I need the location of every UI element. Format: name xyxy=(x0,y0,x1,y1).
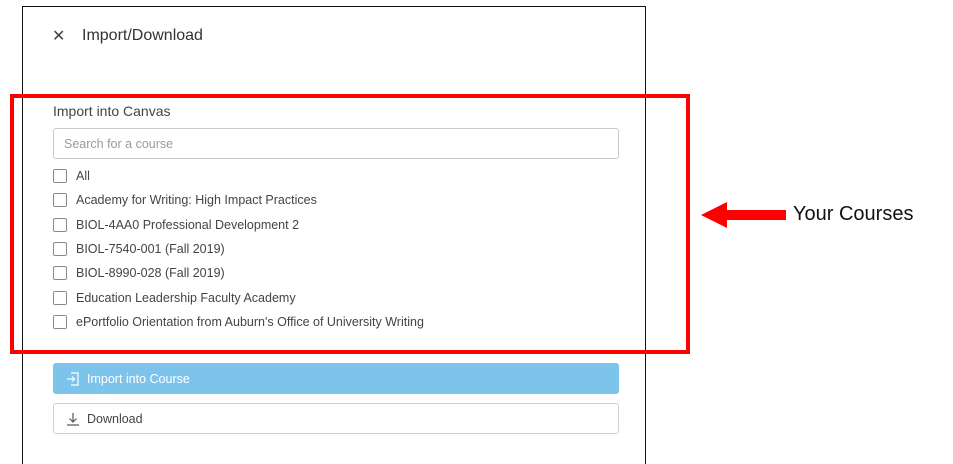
course-item[interactable]: BIOL-8990-028 (Fall 2019) xyxy=(53,261,623,285)
course-checkbox[interactable] xyxy=(53,266,67,281)
course-checkbox[interactable] xyxy=(53,193,67,208)
import-section-label: Import into Canvas xyxy=(53,103,171,119)
course-item[interactable]: BIOL-7540-001 (Fall 2019) xyxy=(53,237,623,261)
course-label: BIOL-7540-001 (Fall 2019) xyxy=(76,242,225,257)
dialog-header: ✕ Import/Download xyxy=(52,26,203,46)
download-button[interactable]: Download xyxy=(53,403,619,434)
course-label: ePortfolio Orientation from Auburn's Off… xyxy=(76,314,424,329)
course-label: BIOL-4AA0 Professional Development 2 xyxy=(76,217,300,232)
import-button-label: Import into Course xyxy=(87,371,190,386)
arrow-left-icon xyxy=(701,202,786,228)
course-item[interactable]: BIOL-4AA0 Professional Development 2 xyxy=(53,213,623,237)
close-icon[interactable]: ✕ xyxy=(52,26,70,46)
course-item[interactable]: Academy for Writing: High Impact Practic… xyxy=(53,188,623,212)
your-courses-annotation: Your Courses xyxy=(793,203,914,225)
course-checkbox[interactable] xyxy=(53,242,67,257)
course-item-all[interactable]: All xyxy=(53,164,623,188)
course-label: Education Leadership Faculty Academy xyxy=(76,290,296,305)
course-checkbox[interactable] xyxy=(53,169,67,184)
course-item[interactable]: ePortfolio Orientation from Auburn's Off… xyxy=(53,310,623,334)
course-search-input[interactable] xyxy=(53,128,619,159)
course-label: Academy for Writing: High Impact Practic… xyxy=(76,193,317,208)
import-into-course-button[interactable]: Import into Course xyxy=(53,363,619,394)
course-label: BIOL-8990-028 (Fall 2019) xyxy=(76,266,225,281)
download-icon xyxy=(67,412,79,426)
course-checkbox[interactable] xyxy=(53,314,67,329)
course-checkbox[interactable] xyxy=(53,217,67,232)
dialog-title: Import/Download xyxy=(82,27,203,44)
import-icon xyxy=(67,371,79,386)
download-button-label: Download xyxy=(87,411,143,426)
course-label: All xyxy=(76,169,90,184)
course-item[interactable]: Education Leadership Faculty Academy xyxy=(53,285,623,309)
course-checkbox[interactable] xyxy=(53,290,67,305)
course-list: All Academy for Writing: High Impact Pra… xyxy=(53,164,623,334)
screenshot-stage: ✕ Import/Download Import into Canvas All… xyxy=(0,0,953,464)
